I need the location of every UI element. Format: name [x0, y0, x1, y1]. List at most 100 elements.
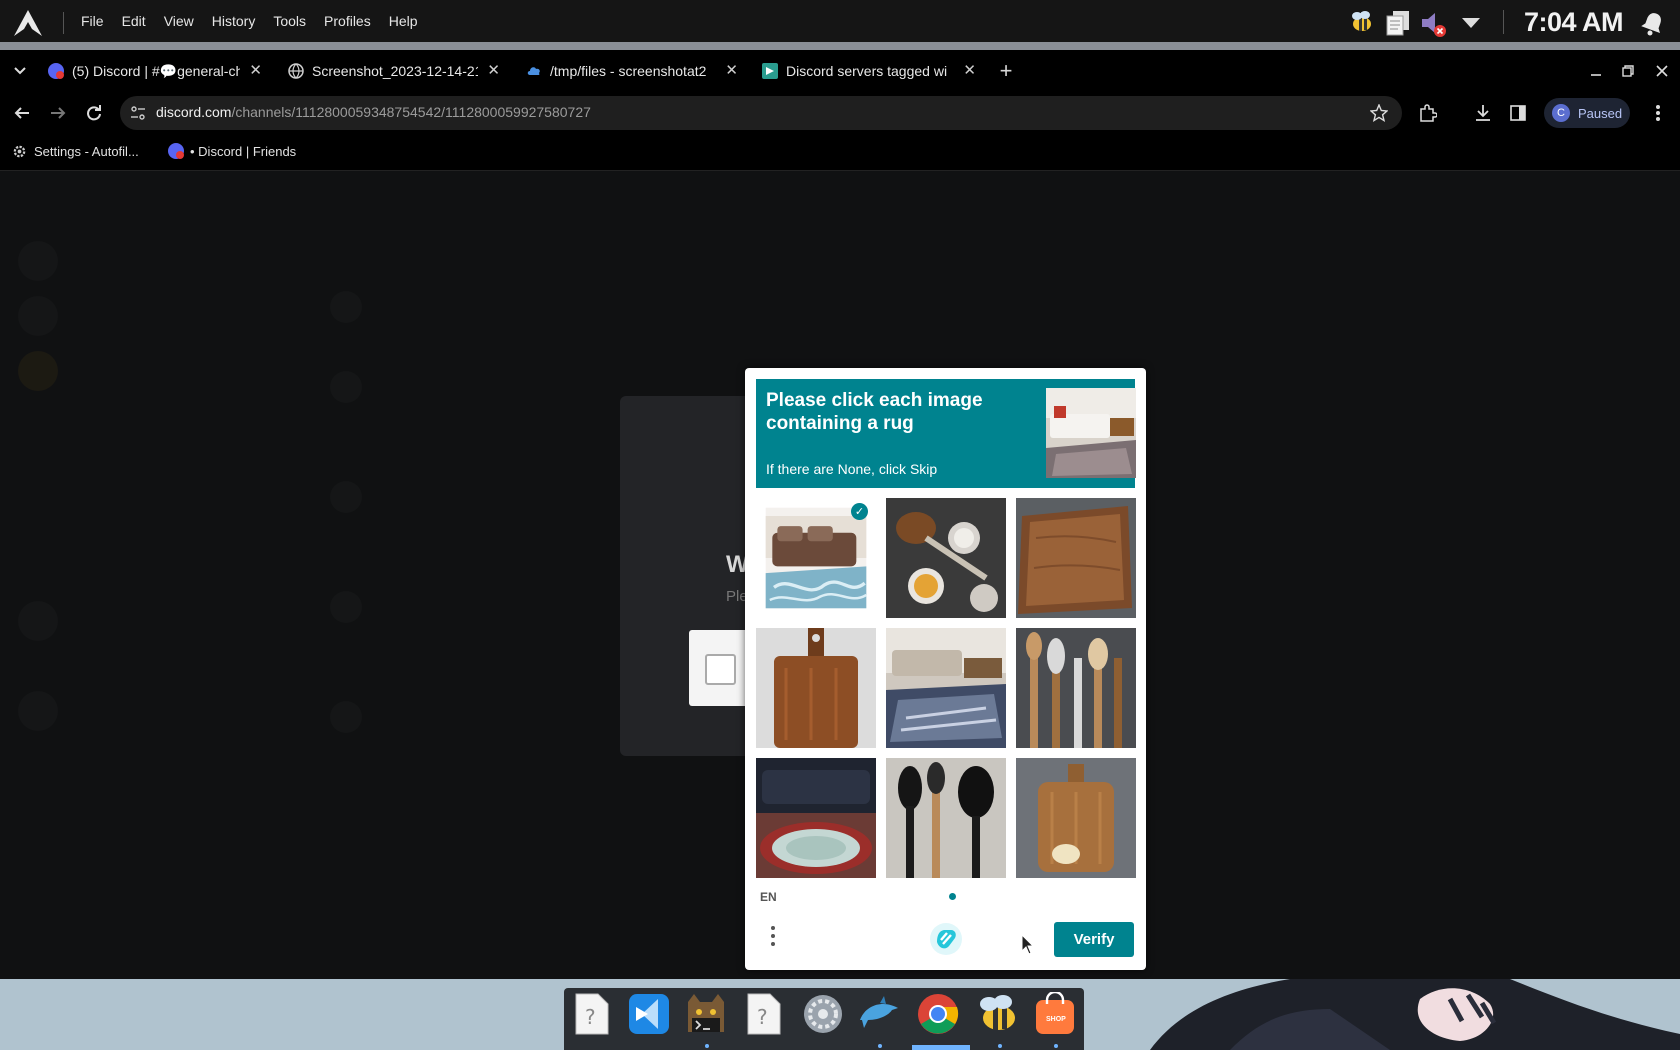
dock-running-indicator	[878, 1044, 882, 1048]
challenge-tile[interactable]	[886, 758, 1006, 878]
close-tab-icon[interactable]: ✕	[249, 61, 262, 79]
close-tab-icon[interactable]: ✕	[963, 61, 976, 79]
dock-app-bee[interactable]	[975, 992, 1019, 1036]
more-options-icon[interactable]	[771, 926, 777, 950]
menu-profiles[interactable]: Profiles	[324, 13, 371, 29]
bookmark-label: • Discord | Friends	[190, 143, 297, 159]
url-domain: discord.com	[156, 104, 232, 120]
dock-app-dolphin[interactable]	[858, 992, 902, 1036]
more-vert-icon	[1656, 105, 1660, 121]
dock-app-shop[interactable]: SHOP	[1033, 992, 1077, 1036]
new-tab-button[interactable]: +	[994, 50, 1018, 92]
arch-linux-logo-icon[interactable]	[12, 9, 44, 37]
profile-button[interactable]: C Paused	[1544, 98, 1630, 128]
dock-active-app-indicator	[912, 1045, 970, 1050]
avatar: C	[1552, 104, 1570, 122]
dock-app-chrome[interactable]	[916, 992, 960, 1036]
avatar-ghost	[330, 371, 362, 403]
tab-discord-servers[interactable]: Discord servers tagged wi ✕	[762, 50, 976, 92]
tile-image	[756, 758, 876, 878]
forward-button[interactable]	[42, 92, 74, 134]
unknown-file-icon: ?	[747, 993, 781, 1035]
challenge-tile[interactable]	[756, 758, 876, 878]
challenge-prompt: Please click each image containing a rug	[766, 390, 983, 434]
challenge-tile[interactable]	[756, 628, 876, 748]
selected-check-icon: ✓	[851, 503, 868, 520]
server-icon-ghost	[18, 691, 58, 731]
dock-app-settings[interactable]	[801, 992, 845, 1036]
tab-strip: (5) Discord | #💬general-ch ✕ Screenshot_…	[0, 50, 1680, 92]
hcaptcha-logo-icon[interactable]	[929, 922, 963, 956]
tab-screenshot[interactable]: Screenshot_2023-12-14-21 ✕	[288, 50, 500, 92]
url-text[interactable]: discord.com/channels/1112800059348754542…	[156, 104, 591, 120]
menu-edit[interactable]: Edit	[122, 13, 146, 29]
dock-app-terminal[interactable]	[684, 992, 728, 1036]
tile-image	[1016, 758, 1136, 878]
tile-image	[756, 628, 876, 748]
challenge-tile[interactable]: ✓	[756, 498, 876, 618]
back-button[interactable]	[6, 92, 38, 134]
menu-file[interactable]: File	[81, 13, 104, 29]
minimize-button[interactable]	[1584, 50, 1608, 92]
challenge-tile[interactable]	[886, 628, 1006, 748]
menu-tools[interactable]: Tools	[273, 13, 306, 29]
side-panel-button[interactable]	[1502, 92, 1534, 134]
site-settings-icon[interactable]	[130, 105, 146, 121]
tab-search-button[interactable]	[8, 50, 32, 92]
avatar-ghost	[330, 591, 362, 623]
challenge-tile[interactable]	[886, 498, 1006, 618]
bookmark-star-icon[interactable]	[1370, 104, 1388, 122]
side-panel-icon	[1510, 105, 1526, 121]
extensions-button[interactable]	[1412, 92, 1444, 134]
restore-button[interactable]	[1616, 50, 1640, 92]
volume-muted-icon[interactable]	[1419, 10, 1447, 38]
profile-status: Paused	[1578, 105, 1623, 121]
tile-image	[886, 758, 1006, 878]
arrow-right-icon	[51, 107, 66, 119]
challenge-tile[interactable]	[1016, 758, 1136, 878]
disboard-favicon-icon	[762, 63, 778, 79]
vscode-icon	[629, 994, 669, 1034]
dock-app-vscode[interactable]	[627, 992, 671, 1036]
close-tab-icon[interactable]: ✕	[725, 61, 738, 79]
dock-app-unknown-file-2[interactable]: ?	[742, 992, 786, 1036]
app-menu: File Edit View History Tools Profiles He…	[81, 0, 436, 42]
avatar-ghost	[330, 481, 362, 513]
svg-text:?: ?	[585, 1005, 596, 1029]
challenge-tile[interactable]	[1016, 498, 1136, 618]
notification-bell-icon[interactable]	[1640, 10, 1666, 36]
arrow-left-icon	[14, 107, 29, 119]
tab-discord-general[interactable]: (5) Discord | #💬general-ch ✕	[48, 50, 262, 92]
dock-running-indicator	[998, 1044, 1002, 1048]
challenge-tile[interactable]	[1016, 628, 1136, 748]
bookmark-discord-friends[interactable]: • Discord | Friends	[168, 134, 296, 168]
captcha-checkbox[interactable]	[705, 654, 736, 685]
system-settings-icon	[804, 995, 842, 1033]
bee-app-icon	[980, 995, 1015, 1030]
tray-dropdown-icon[interactable]	[1461, 17, 1481, 29]
verify-button[interactable]: Verify	[1054, 922, 1134, 957]
close-tab-icon[interactable]: ✕	[487, 61, 500, 79]
address-bar[interactable]: discord.com/channels/1112800059348754542…	[120, 96, 1402, 130]
tile-image	[1016, 498, 1136, 618]
close-window-button[interactable]	[1650, 50, 1674, 92]
browser-menu-button[interactable]	[1642, 92, 1674, 134]
reload-button[interactable]	[78, 92, 110, 134]
dock-app-unknown-file[interactable]: ?	[570, 992, 614, 1036]
clock[interactable]: 7:04 AM	[1524, 7, 1624, 38]
language-selector[interactable]: EN	[760, 890, 777, 904]
tab-tmp-files[interactable]: /tmp/files - screenshotat2 ✕	[526, 50, 738, 92]
bookmark-settings-autofill[interactable]: Settings - Autofil...	[12, 134, 139, 168]
tab-title: Discord servers tagged wi	[786, 63, 948, 79]
menu-help[interactable]: Help	[389, 13, 418, 29]
shop-label: SHOP	[1046, 1016, 1066, 1023]
menu-view[interactable]: View	[164, 13, 194, 29]
clipboard-icon[interactable]	[1385, 10, 1411, 36]
discord-favicon-icon	[168, 143, 184, 159]
downloads-button[interactable]	[1467, 92, 1499, 134]
puzzle-icon	[1420, 104, 1437, 122]
bee-icon[interactable]	[1347, 10, 1375, 34]
tile-image	[1016, 628, 1136, 748]
menu-history[interactable]: History	[212, 13, 256, 29]
gear-icon	[13, 145, 26, 157]
